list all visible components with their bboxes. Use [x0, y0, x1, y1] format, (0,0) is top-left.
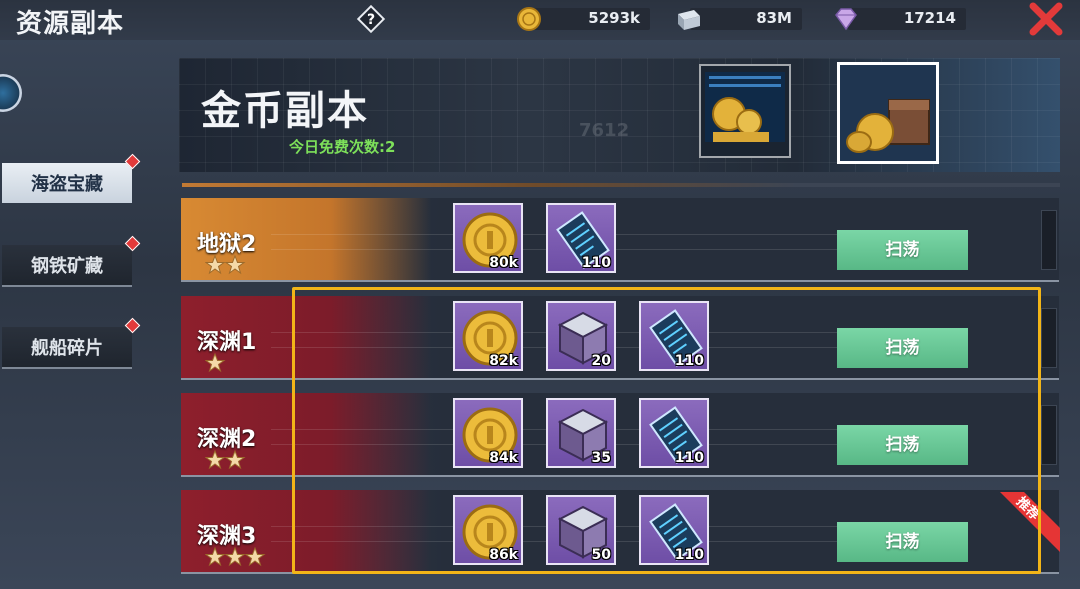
level-name: 深渊3	[197, 524, 257, 549]
dungeon-banner: 金币副本 今日免费次数:2 7612	[179, 58, 1060, 172]
steel-ingot-icon	[674, 6, 702, 34]
row-side-handle	[1041, 405, 1057, 465]
sidebar-tab-label: 海盗宝藏	[31, 174, 103, 195]
top-bar: 资源副本 ? 5293k 83M 17214	[0, 0, 1080, 40]
star-rating-icon	[205, 255, 246, 275]
gold-coin-icon	[516, 6, 544, 34]
star-rating-icon	[205, 547, 266, 567]
card-frame	[837, 62, 939, 164]
close-x-icon[interactable]	[1028, 2, 1064, 36]
sidebar-tab-pirate-treasure[interactable]: 海盗宝藏	[2, 153, 141, 203]
steel-resource: 83M	[690, 8, 802, 30]
steel-value: 83M	[756, 9, 792, 27]
gold-resource: 5293k	[532, 8, 650, 30]
sidebar-tab-label: 钢铁矿藏	[31, 256, 103, 277]
diamond-value: 17214	[903, 9, 956, 27]
svg-text:?: ?	[367, 12, 375, 28]
card-frame	[699, 64, 791, 158]
reward-blueprint-card[interactable]: 110	[546, 203, 616, 273]
row-side-handle	[1041, 308, 1057, 368]
notice-dot	[124, 153, 141, 170]
banner-title: 金币副本	[201, 88, 369, 134]
question-diamond-icon[interactable]: ?	[356, 4, 386, 34]
sidebar-tab-steel-mine[interactable]: 钢铁矿藏	[2, 235, 141, 287]
page-title: 资源副本	[16, 9, 125, 39]
sidebar-tab-label: 舰船碎片	[31, 338, 103, 359]
reward-count: 80k	[489, 255, 518, 271]
selection-highlight	[292, 287, 1041, 574]
notice-dot	[124, 235, 141, 252]
level-name: 地狱2	[197, 232, 257, 257]
banner-reward-card-small[interactable]	[699, 64, 791, 158]
reward-gold-coin[interactable]: 80k	[453, 203, 523, 273]
reward-count: 110	[581, 255, 611, 271]
star-rating-icon	[205, 450, 246, 470]
avatar[interactable]	[0, 74, 22, 112]
free-runs-text: 今日免费次数:2	[289, 138, 396, 156]
row-side-handle	[1041, 210, 1057, 270]
sidebar-tab-ship-fragments[interactable]: 舰船碎片	[2, 317, 141, 369]
star-rating-icon	[205, 353, 226, 373]
notice-dot	[124, 317, 141, 334]
level-name: 深渊1	[197, 330, 257, 355]
banner-deco-number: 7612	[579, 120, 630, 141]
level-name: 深渊2	[197, 427, 257, 452]
level-row: 地狱2 80k 110 扫荡	[181, 198, 1059, 282]
diamond-icon	[832, 6, 860, 34]
sweep-button[interactable]: 扫荡	[837, 230, 968, 270]
banner-reward-card-large[interactable]	[837, 62, 939, 164]
divider	[182, 183, 1060, 187]
gold-value: 5293k	[588, 9, 640, 27]
diamond-resource: 17214	[848, 8, 966, 30]
